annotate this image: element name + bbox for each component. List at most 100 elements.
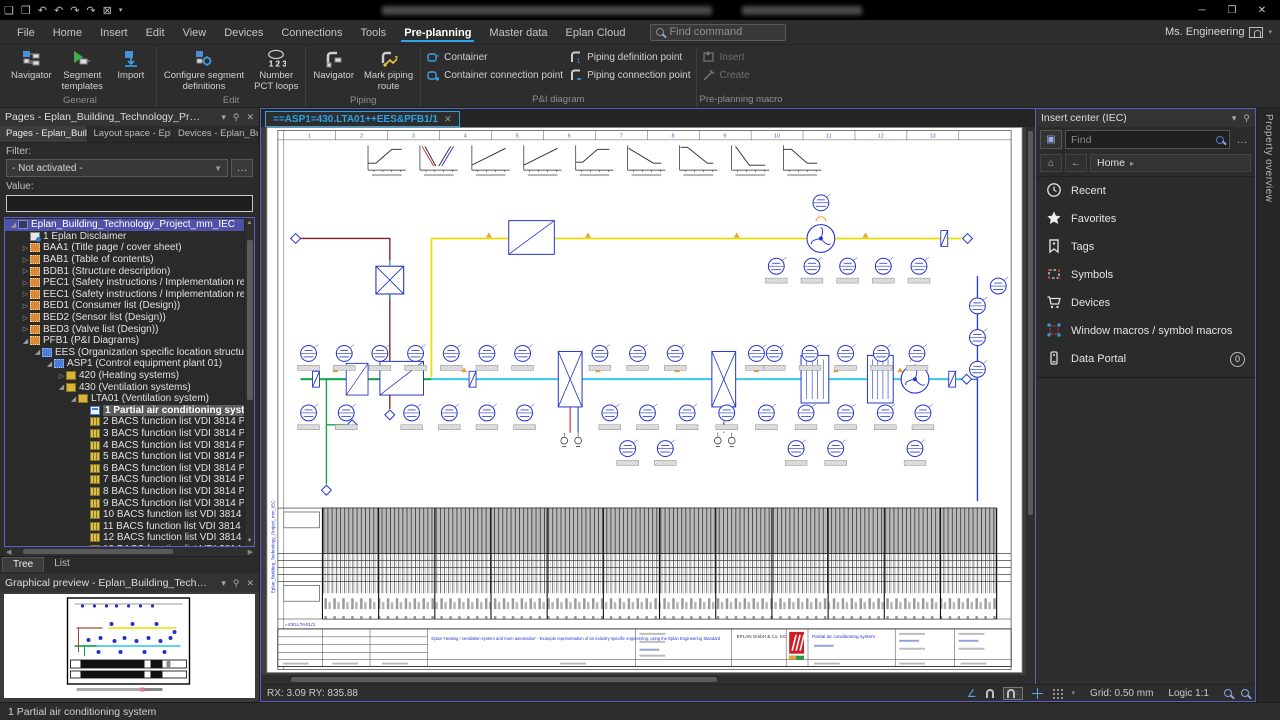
tree-item[interactable]: 1 Eplan Disclaimer <box>5 231 244 243</box>
tree-item[interactable]: 13 BACS function list VDI 3814 Part 4.3 <box>5 544 244 546</box>
ribbon-button-navigator[interactable]: Navigator <box>7 47 56 94</box>
move-icon[interactable] <box>1032 688 1043 699</box>
menu-tab-file[interactable]: File <box>8 23 44 42</box>
tree-item[interactable]: ▷BED3 (Valve list (Design)) <box>5 323 244 335</box>
menu-tab-connections[interactable]: Connections <box>272 23 351 42</box>
insert-center-item-favorites[interactable]: Favorites <box>1036 205 1255 233</box>
menu-tab-view[interactable]: View <box>174 23 216 42</box>
drawing-canvas[interactable]: 12345678910111213Eplan_Building_Technolo… <box>261 127 1035 675</box>
menu-tab-home[interactable]: Home <box>44 23 91 42</box>
ribbon-button-piping-definition-point[interactable]: 1Piping definition point <box>569 50 690 64</box>
panel-dropdown-icon[interactable]: ▾ <box>1232 113 1237 124</box>
tree-item[interactable]: ▷PEC1 (Safety instructions / Implementat… <box>5 277 244 289</box>
ribbon-button-number-pct-loops[interactable]: 1 2 3Number PCT loops <box>250 47 302 94</box>
insert-center-item-window-macros-symbol-macros[interactable]: Window macros / symbol macros <box>1036 317 1255 345</box>
slope-icon[interactable]: ∠ <box>967 687 977 700</box>
tree-item[interactable]: 7 BACS function list VDI 3814 Part 4.3 <box>5 474 244 486</box>
menu-tab-pre-planning[interactable]: Pre-planning <box>395 23 480 42</box>
menu-tab-edit[interactable]: Edit <box>137 23 174 42</box>
tree-item[interactable]: ▷EEC1 (Safety instructions / Implementat… <box>5 289 244 301</box>
open-page-icon[interactable]: ❐ <box>21 4 31 17</box>
grid-menu-icon[interactable] <box>1052 688 1063 699</box>
tree-item[interactable]: ◢LTA01 (Ventilation system) <box>5 393 244 405</box>
panel-dropdown-icon[interactable]: ▾ <box>221 578 226 589</box>
ribbon-button-create[interactable]: Create <box>702 68 750 82</box>
minimize-button[interactable]: ─ <box>1188 1 1216 19</box>
canvas-vertical-scrollbar[interactable] <box>1026 127 1035 675</box>
tree-item[interactable]: ▷BED2 (Sensor list (Design)) <box>5 312 244 324</box>
find-more-button[interactable]: … <box>1233 134 1251 146</box>
tree-expander-icon[interactable]: ▷ <box>21 256 30 264</box>
zoom-in-icon[interactable] <box>1241 689 1249 697</box>
tree-expander-icon[interactable]: ▷ <box>21 302 30 310</box>
qat-dropdown-icon[interactable]: ▾ <box>119 6 123 14</box>
ribbon-button-import[interactable]: Import <box>109 47 153 94</box>
menu-tab-eplan-cloud[interactable]: Eplan Cloud <box>557 23 635 42</box>
home-icon[interactable]: ⌂ <box>1040 154 1062 172</box>
tree-item[interactable]: 4 BACS function list VDI 3814 Part 4.3 <box>5 439 244 451</box>
magnet-active-icon[interactable]: : <box>1003 687 1023 700</box>
tree-expander-icon[interactable]: ◢ <box>69 395 78 403</box>
dock-tab-1[interactable]: Layout space - Eplan... <box>88 126 172 142</box>
close-button[interactable]: ✕ <box>1248 1 1276 19</box>
tree-item[interactable]: 1 Partial air conditioning system <box>5 405 244 417</box>
tree-item[interactable]: ▷BED1 (Consumer list (Design)) <box>5 300 244 312</box>
tree-expander-icon[interactable]: ▷ <box>57 372 66 380</box>
filter-select[interactable]: - Not activated - ▼ <box>6 159 228 177</box>
menu-tab-tools[interactable]: Tools <box>352 23 396 42</box>
tree-item[interactable]: 2 BACS function list VDI 3814 Part 4.3 <box>5 416 244 428</box>
zoom-out-icon[interactable] <box>1224 689 1232 697</box>
tree-item[interactable]: 12 BACS function list VDI 3814 Part 4.3 <box>5 532 244 544</box>
tree-expander-icon[interactable]: ▷ <box>21 290 30 298</box>
find-command-box[interactable]: Find command <box>650 24 786 41</box>
insert-center-item-devices[interactable]: Devices <box>1036 289 1255 317</box>
tree-item[interactable]: 3 BACS function list VDI 3814 Part 4.3 <box>5 428 244 440</box>
ribbon-button-navigator[interactable]: Navigator <box>309 47 358 94</box>
insert-center-item-recent[interactable]: Recent <box>1036 177 1255 205</box>
redo-step-icon[interactable]: ↷ <box>86 4 95 17</box>
menu-tab-devices[interactable]: Devices <box>215 23 272 42</box>
panel-close-icon[interactable]: ✕ <box>246 112 254 123</box>
tree-expander-icon[interactable]: ◢ <box>33 348 42 356</box>
breadcrumb[interactable]: Home ▸ <box>1090 154 1251 172</box>
tree-item[interactable]: 5 BACS function list VDI 3814 Part 4.3 <box>5 451 244 463</box>
tree-item[interactable]: ▷420 (Heating systems) <box>5 370 244 382</box>
grid-dropdown-icon[interactable]: ▾ <box>1072 689 1076 697</box>
value-input[interactable] <box>6 195 253 212</box>
tree-item[interactable]: ◢ASP1 (Control equipment plant 01) <box>5 358 244 370</box>
tree-item[interactable]: 9 BACS function list VDI 3814 Part 4.3 <box>5 497 244 509</box>
menu-tab-master-data[interactable]: Master data <box>480 23 556 42</box>
tree-expander-icon[interactable]: ▷ <box>21 325 30 333</box>
panel-pin-icon[interactable]: ⚲ <box>233 578 240 589</box>
insert-center-find-input[interactable]: Find <box>1065 130 1230 149</box>
panel-close-icon[interactable]: ✕ <box>246 578 254 589</box>
tab-property-overview[interactable]: Property overview <box>1263 114 1274 203</box>
tree-item[interactable]: 11 BACS function list VDI 3814 Part 4.3 <box>5 520 244 532</box>
tree-item[interactable]: ◢EES (Organization specific location str… <box>5 347 244 359</box>
panel-dropdown-icon[interactable]: ▾ <box>221 112 226 123</box>
insert-center-item-tags[interactable]: Tags <box>1036 233 1255 261</box>
tree-item[interactable]: ◢PFB1 (P&I Diagrams) <box>5 335 244 347</box>
tree-expander-icon[interactable]: ◢ <box>45 360 54 368</box>
remove-filter-icon[interactable]: ⊠ <box>103 4 112 17</box>
tab-tree[interactable]: Tree <box>2 557 44 572</box>
ribbon-button-container[interactable]: Container <box>426 50 563 64</box>
redo-icon[interactable]: ↷ <box>70 4 79 17</box>
tree-expander-icon[interactable]: ◢ <box>21 337 30 345</box>
filter-more-button[interactable]: … <box>231 159 253 177</box>
undo-icon[interactable]: ↶ <box>54 4 63 17</box>
document-tab[interactable]: ==ASP1=430.LTA01++EES&PFB1/1 ✕ <box>265 111 460 127</box>
tree-expander-icon[interactable]: ◢ <box>57 383 66 391</box>
user-area[interactable]: Ms. Engineering ▾ <box>1165 26 1272 38</box>
tree-item[interactable]: ▷BAA1 (Title page / cover sheet) <box>5 242 244 254</box>
tree-expander-icon[interactable]: ◢ <box>9 221 18 229</box>
back-icon[interactable]: ← <box>1065 154 1087 172</box>
tree-item[interactable]: ◢430 (Ventilation systems) <box>5 381 244 393</box>
ribbon-button-mark-piping-route[interactable]: Mark piping route <box>360 47 417 94</box>
tree-expander-icon[interactable]: ▷ <box>21 314 30 322</box>
dock-tab-0[interactable]: Pages - Eplan_Buildin... <box>0 126 88 142</box>
insert-center-item-symbols[interactable]: Symbols <box>1036 261 1255 289</box>
tree-item[interactable]: 10 BACS function list VDI 3814 Part 4.3 <box>5 509 244 521</box>
ribbon-button-segment-templates[interactable]: Segment templates <box>58 47 107 94</box>
tree-item[interactable]: ▷BAB1 (Table of contents) <box>5 254 244 266</box>
